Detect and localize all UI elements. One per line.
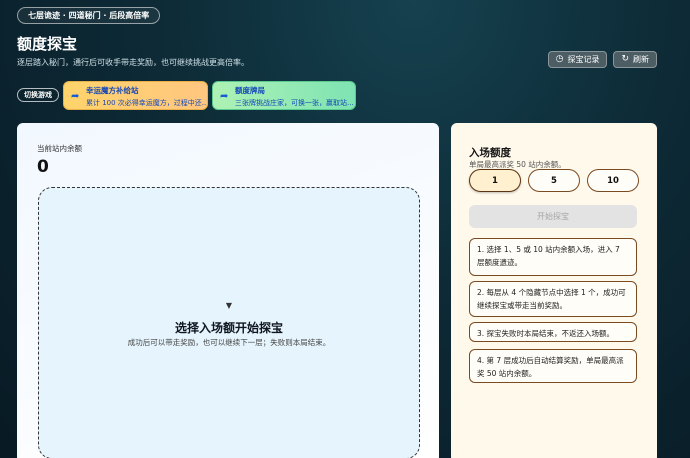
main-panel: 当前站内余额 0 ▼ 选择入场额开始探宝 成功后可以带走奖励，也可以继续下一层；…	[17, 123, 439, 458]
subtitle-tag: 七层诡迹 · 四道秘门 · 后段高倍率	[17, 7, 161, 24]
history-icon: ◷	[555, 54, 564, 64]
stage-title: 选择入场额开始探宝	[174, 321, 283, 335]
rule-item: 2. 每层从 4 个隐藏节点中选择 1 个，成功可继续探宝或带走当前奖励。	[469, 281, 637, 317]
stage-subtitle: 成功后可以带走奖励，也可以继续下一层；失败则本局结束。	[127, 338, 331, 347]
entry-panel: 入场额度 单局最高派奖 50 站内余额。 1 5 10 开始探宝 1. 选择 1…	[451, 123, 657, 458]
treasure-stage: ▼ 选择入场额开始探宝 成功后可以带走奖励，也可以继续下一层；失败则本局结束。	[38, 187, 420, 458]
amount-option-5[interactable]: 5	[528, 169, 580, 192]
rule-item: 4. 第 7 层成功后自动结算奖励，单局最高派奖 50 站内余额。	[469, 349, 637, 383]
amount-option-10[interactable]: 10	[587, 169, 639, 192]
refresh-icon: ↻	[621, 54, 629, 64]
amount-option-1[interactable]: 1	[469, 169, 521, 192]
refresh-button[interactable]: ↻ 刷新	[613, 51, 657, 68]
switch-game-button[interactable]: 切换游戏	[17, 88, 59, 102]
history-button[interactable]: ◷ 探宝记录	[547, 51, 608, 68]
history-button-label: 探宝记录	[567, 55, 600, 64]
game-card-card-table[interactable]: ➦ 额度牌局 三张牌挑战庄家，可换一张，赢取站...	[212, 81, 356, 110]
rule-item: 1. 选择 1、5 或 10 站内余额入场，进入 7 层额度遗迹。	[469, 238, 637, 276]
caret-down-icon: ▼	[225, 301, 233, 310]
balance-label: 当前站内余额	[37, 144, 82, 153]
page-title: 额度探宝	[17, 35, 78, 53]
page-subtitle: 逐层踏入秘门，通行后可收手带走奖励，也可继续挑战更高倍率。	[17, 58, 249, 67]
amount-options: 1 5 10	[469, 169, 639, 192]
game-card-title: 幸运魔方补给站	[86, 86, 139, 95]
game-card-lucky-cube[interactable]: ➦ 幸运魔方补给站 累计 100 次必得幸运魔方，过程中还...	[63, 81, 208, 110]
game-card-desc: 三张牌挑战庄家，可换一张，赢取站...	[235, 99, 354, 107]
share-arrow-icon: ➦	[220, 91, 229, 102]
rule-item: 3. 探宝失败时本局结束，不返还入场额。	[469, 322, 637, 342]
entry-title: 入场额度	[469, 147, 511, 159]
game-card-desc: 累计 100 次必得幸运魔方，过程中还...	[86, 99, 208, 107]
share-arrow-icon: ➦	[71, 91, 80, 102]
header-actions: ◷ 探宝记录 ↻ 刷新	[547, 51, 657, 68]
start-button[interactable]: 开始探宝	[469, 205, 637, 228]
refresh-button-label: 刷新	[633, 55, 649, 64]
game-card-title: 额度牌局	[235, 86, 265, 95]
balance-value: 0	[37, 157, 49, 177]
